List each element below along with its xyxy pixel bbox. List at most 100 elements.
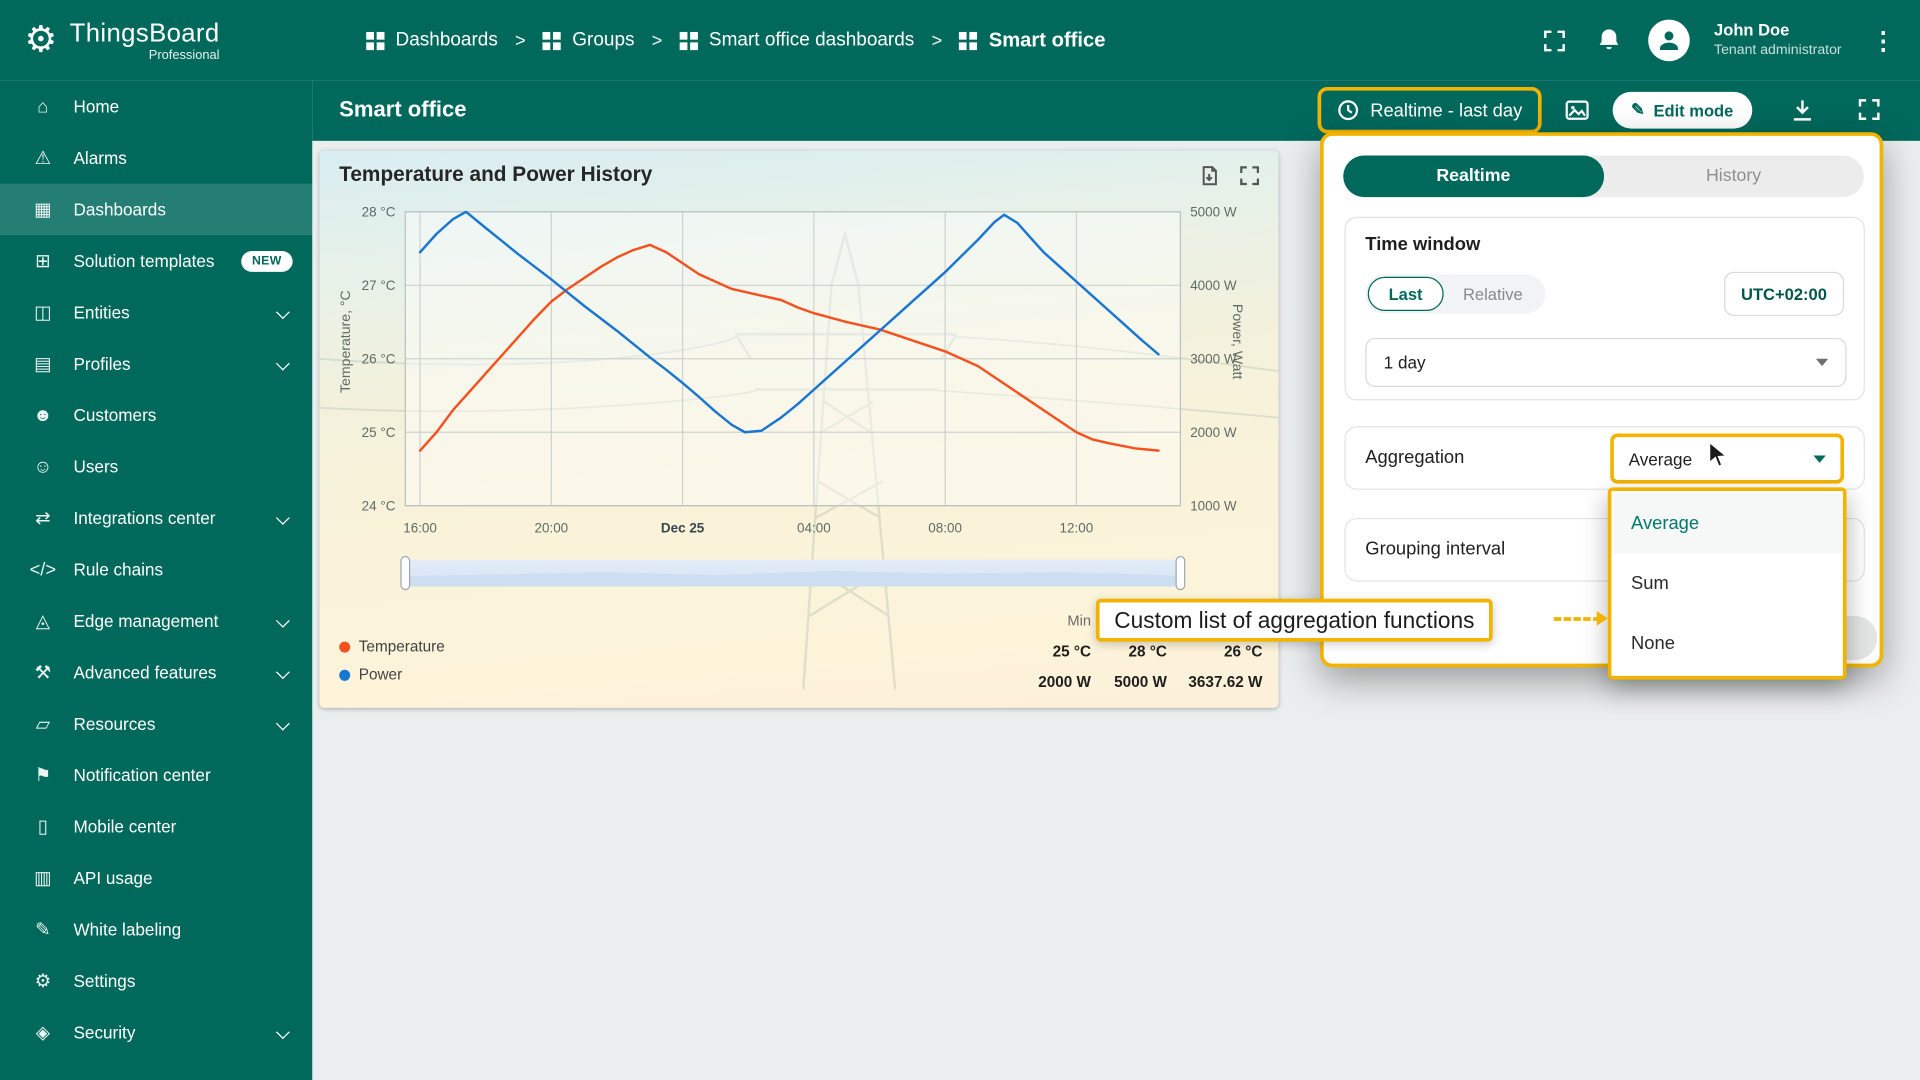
sidebar-item-label: Mobile center bbox=[73, 816, 177, 837]
notifications-bell-icon[interactable] bbox=[1594, 26, 1623, 55]
sidebar-item-api-usage[interactable]: ▥ API usage bbox=[0, 852, 312, 903]
stats-power-row: 2000 W 5000 W 3637.62 W bbox=[1015, 667, 1262, 698]
more-menu-icon[interactable]: ⋮ bbox=[1866, 25, 1900, 56]
legend-item[interactable]: Power bbox=[339, 666, 445, 683]
avatar[interactable] bbox=[1647, 19, 1690, 62]
aggregation-section: Aggregation Average bbox=[1344, 426, 1865, 490]
legend-label: Temperature bbox=[358, 637, 445, 656]
svg-text:4000 W: 4000 W bbox=[1190, 278, 1237, 293]
svg-text:1000 W: 1000 W bbox=[1190, 499, 1237, 514]
brand-logo[interactable]: ⚙ ThingsBoard Professional bbox=[0, 19, 312, 62]
breadcrumb-label: Smart office bbox=[988, 28, 1106, 51]
timewindow-button-label: Realtime - last day bbox=[1370, 99, 1523, 121]
option-[interactable]: None bbox=[1611, 613, 1842, 673]
user-menu[interactable]: John Doe Tenant administrator bbox=[1714, 21, 1842, 59]
sidebar-item-settings[interactable]: ⚙ Settings bbox=[0, 955, 312, 1006]
breadcrumb-segment: > Groups bbox=[515, 29, 635, 51]
breadcrumb-segment: > Smart office dashboards bbox=[652, 29, 915, 51]
download-icon[interactable] bbox=[1789, 97, 1816, 130]
sidebar-item-label: Edge management bbox=[73, 611, 219, 631]
sidebar-item-alarms[interactable]: ⚠ Alarms bbox=[0, 132, 312, 183]
sidebar-item-resources[interactable]: ▱ Resources bbox=[0, 698, 312, 749]
toggle-[interactable]: Last bbox=[1367, 276, 1444, 312]
annotation-text: Custom list of aggregation functions bbox=[1114, 606, 1475, 633]
sidebar-item-customers[interactable]: ☻ Customers bbox=[0, 389, 312, 440]
dashboard-grid-icon bbox=[959, 31, 978, 50]
sidebar-item-label: Integrations center bbox=[73, 508, 216, 528]
option-[interactable]: Sum bbox=[1611, 553, 1842, 613]
chevron-down-icon bbox=[1815, 358, 1829, 367]
breadcrumb-label: Dashboards bbox=[395, 29, 498, 51]
sidebar-item-label: White labeling bbox=[73, 919, 182, 940]
time-range-scrollbar[interactable] bbox=[400, 555, 1186, 591]
sidebar-item-icon: ⊞ bbox=[35, 251, 51, 272]
sidebar-item-icon: ◬ bbox=[35, 611, 50, 632]
clock-icon bbox=[1338, 100, 1359, 121]
sidebar-item-solution-templates[interactable]: ⊞ Solution templates NEW bbox=[0, 235, 312, 286]
toggle-label: Relative bbox=[1462, 284, 1523, 304]
sidebar-item-icon: ☺ bbox=[33, 456, 53, 477]
breadcrumb-separator: > bbox=[931, 30, 943, 51]
option-label: None bbox=[1631, 633, 1675, 654]
dashboard-fullscreen-icon[interactable] bbox=[1856, 97, 1882, 129]
chart-legend: Temperature Power bbox=[339, 638, 445, 683]
sidebar-item-users[interactable]: ☺ Users bbox=[0, 441, 312, 492]
breadcrumb-smart-office-dashboards[interactable]: Smart office dashboards bbox=[679, 29, 914, 51]
widget-fullscreen-icon[interactable] bbox=[1238, 164, 1261, 187]
sidebar-item-notification-center[interactable]: ⚑ Notification center bbox=[0, 749, 312, 800]
sidebar-item-security[interactable]: ◈ Security bbox=[0, 1007, 312, 1058]
widget-actions bbox=[1198, 164, 1262, 187]
page-title: Smart office bbox=[339, 96, 467, 122]
tab-[interactable]: History bbox=[1603, 156, 1863, 198]
svg-text:25 °C: 25 °C bbox=[362, 425, 396, 440]
stats-header-min: Min bbox=[1067, 612, 1092, 630]
image-icon[interactable] bbox=[1564, 97, 1591, 130]
app: ⚙ ThingsBoard Professional Dashboards > … bbox=[0, 0, 1920, 1080]
sidebar-item-home[interactable]: ⌂ Home bbox=[0, 81, 312, 132]
sidebar-item-icon: ⚑ bbox=[34, 765, 52, 787]
widget-title: Temperature and Power History bbox=[339, 162, 653, 187]
aggregation-label: Aggregation bbox=[1365, 446, 1465, 468]
sidebar-item-rule-chains[interactable]: </> Rule chains bbox=[0, 544, 312, 595]
option-label: Average bbox=[1631, 513, 1700, 534]
range-handle-right[interactable] bbox=[1175, 555, 1186, 591]
last-relative-toggle: Last Relative bbox=[1365, 274, 1545, 314]
legend-item[interactable]: Temperature bbox=[339, 638, 445, 655]
breadcrumb-groups[interactable]: Groups bbox=[542, 29, 635, 51]
time-window-heading: Time window bbox=[1365, 233, 1481, 255]
sidebar-item-advanced-features[interactable]: ⚒ Advanced features bbox=[0, 647, 312, 698]
timewindow-button[interactable]: Realtime - last day bbox=[1317, 86, 1542, 134]
option-[interactable]: Average bbox=[1611, 493, 1843, 554]
sidebar-item-label: Resources bbox=[73, 713, 156, 734]
tab-[interactable]: Realtime bbox=[1343, 155, 1604, 198]
breadcrumb-smart-office[interactable]: Smart office bbox=[959, 29, 1105, 52]
sidebar-item-profiles[interactable]: ▤ Profiles bbox=[0, 338, 312, 389]
fullscreen-icon[interactable] bbox=[1540, 26, 1569, 55]
sidebar-item-entities[interactable]: ◫ Entities bbox=[0, 287, 312, 338]
sidebar-item-mobile-center[interactable]: ▯ Mobile center bbox=[0, 801, 312, 852]
dashboard-grid-icon bbox=[542, 31, 562, 50]
svg-text:12:00: 12:00 bbox=[1060, 521, 1094, 536]
breadcrumb-dashboards[interactable]: Dashboards bbox=[366, 29, 498, 51]
time-range-select[interactable]: 1 day bbox=[1365, 337, 1847, 387]
sidebar-item-white-labeling[interactable]: ✎ White labeling bbox=[0, 904, 312, 955]
sidebar-item-label: Alarms bbox=[73, 148, 127, 168]
temp-min: 25 °C bbox=[1052, 642, 1092, 660]
annotation-connector bbox=[1553, 617, 1601, 621]
sidebar-item-integrations-center[interactable]: ⇄ Integrations center bbox=[0, 492, 312, 543]
breadcrumb-separator: > bbox=[651, 30, 663, 51]
export-widget-icon[interactable] bbox=[1198, 164, 1221, 187]
toggle-[interactable]: Relative bbox=[1443, 277, 1542, 311]
sidebar-item-icon: ▤ bbox=[34, 353, 52, 375]
edit-mode-button[interactable]: ✎ Edit mode bbox=[1612, 91, 1752, 129]
timewindow-tabs: Realtime History bbox=[1343, 155, 1864, 198]
timezone-button[interactable]: UTC+02:00 bbox=[1723, 271, 1845, 316]
chevron-down-icon bbox=[275, 356, 290, 371]
svg-text:2000 W: 2000 W bbox=[1190, 425, 1237, 440]
sidebar-item-dashboards[interactable]: ▦ Dashboards bbox=[0, 183, 313, 236]
sidebar-item-edge-management[interactable]: ◬ Edge management bbox=[0, 595, 312, 646]
sidebar-item-label: Dashboards bbox=[73, 199, 166, 220]
range-handle-left[interactable] bbox=[400, 555, 411, 591]
svg-text:5000 W: 5000 W bbox=[1190, 205, 1237, 220]
sidebar-item-icon: ◫ bbox=[34, 302, 52, 324]
